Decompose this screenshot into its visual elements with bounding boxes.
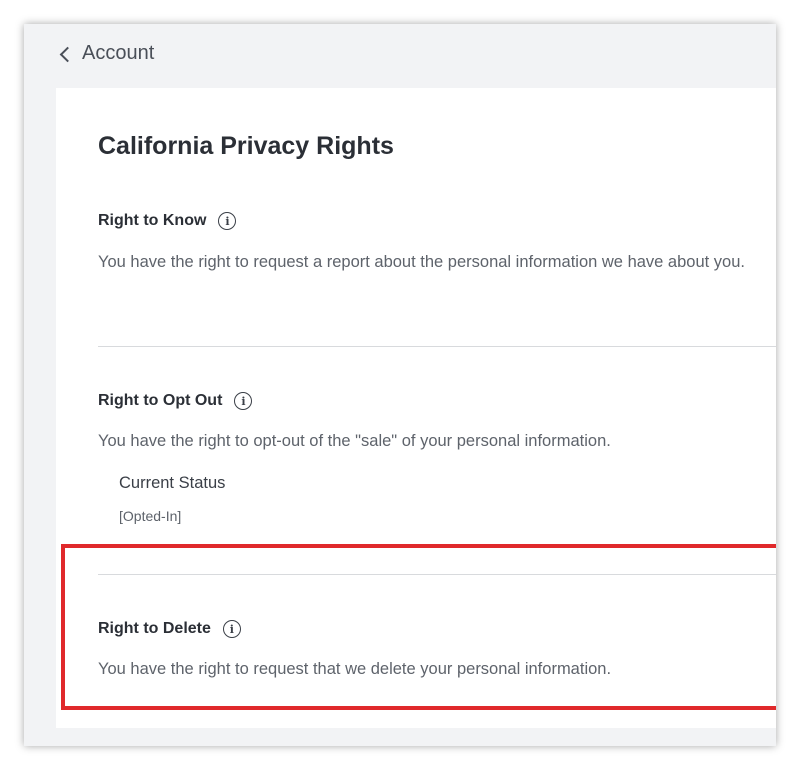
page-title: California Privacy Rights bbox=[98, 132, 394, 160]
right-to-delete-info-icon[interactable]: i bbox=[222, 620, 241, 638]
app-window: Account California Privacy Rights Right … bbox=[24, 24, 776, 746]
right-to-opt-out-info-icon[interactable]: i bbox=[234, 392, 253, 410]
right-to-opt-out-description: You have the right to opt-out of the "sa… bbox=[98, 432, 611, 450]
right-to-delete-heading: Right to Delete i bbox=[98, 620, 241, 638]
section-divider bbox=[98, 574, 776, 575]
right-to-delete-description: You have the right to request that we de… bbox=[98, 660, 612, 678]
current-status-label: Current Status bbox=[119, 474, 226, 492]
right-to-know-title: Right to Know bbox=[98, 212, 207, 229]
back-link-label: Account bbox=[82, 42, 155, 64]
current-status-value: [Opted-In] bbox=[119, 508, 182, 524]
right-to-know-info-icon[interactable]: i bbox=[218, 212, 237, 230]
right-to-opt-out-heading: Right to Opt Out i bbox=[98, 392, 253, 410]
right-to-know-description: You have the right to request a report a… bbox=[98, 253, 745, 271]
privacy-rights-card: California Privacy Rights Right to Know … bbox=[56, 88, 776, 728]
right-to-opt-out-title: Right to Opt Out bbox=[98, 392, 223, 409]
section-divider bbox=[98, 346, 776, 347]
right-to-know-heading: Right to Know i bbox=[98, 212, 237, 230]
chevron-left-icon bbox=[59, 46, 76, 62]
back-to-account-link[interactable]: Account bbox=[59, 42, 155, 65]
right-to-delete-title: Right to Delete bbox=[98, 620, 211, 637]
